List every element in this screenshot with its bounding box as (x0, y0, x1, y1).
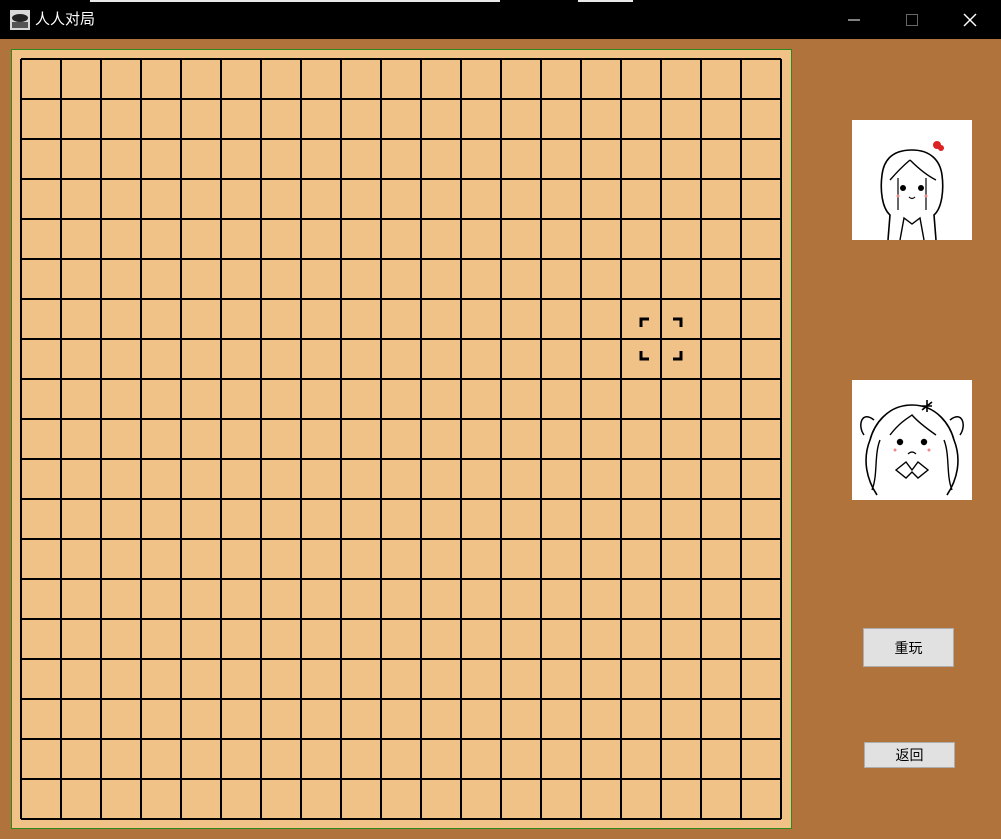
app-icon (10, 10, 30, 30)
close-button[interactable] (941, 0, 999, 39)
girl-avatar-2 (860, 400, 964, 496)
cursor-corner (673, 351, 683, 361)
titlebar-highlight (90, 0, 500, 2)
girl-avatar-1 (880, 141, 944, 241)
minimize-button[interactable] (825, 0, 883, 39)
title-bar: 人人对局 (0, 0, 1001, 39)
cursor-corner (673, 317, 683, 327)
cursor-corner (639, 317, 649, 327)
board-grid[interactable] (12, 50, 793, 830)
player1-avatar (852, 120, 972, 241)
back-button[interactable]: 返回 (864, 742, 955, 768)
window-title: 人人对局 (35, 10, 96, 28)
maximize-button[interactable] (883, 0, 941, 39)
close-icon (963, 13, 977, 26)
maximize-icon (906, 13, 918, 26)
replay-button[interactable]: 重玩 (863, 628, 954, 667)
minimize-icon (848, 19, 860, 20)
titlebar-highlight (578, 0, 633, 2)
game-board[interactable] (11, 49, 792, 829)
player2-avatar (852, 380, 972, 500)
cursor-corner (639, 351, 649, 361)
